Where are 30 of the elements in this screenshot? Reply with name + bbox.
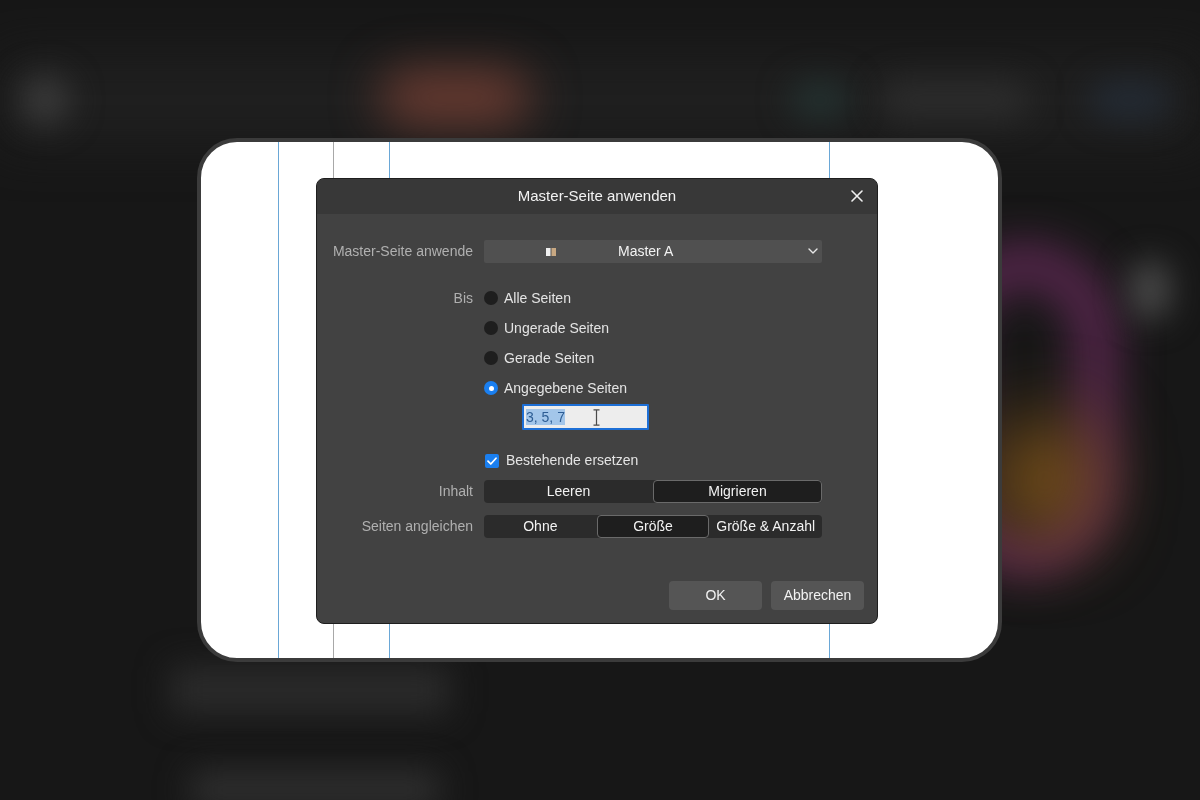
chevron-down-icon: [808, 248, 818, 254]
radio-button[interactable]: [484, 351, 498, 365]
radio-label: Gerade Seiten: [504, 348, 595, 368]
segment-tab[interactable]: Leeren: [484, 480, 653, 503]
segment-tab[interactable]: Größe: [596, 515, 710, 538]
radio-button[interactable]: [484, 321, 498, 335]
pages-input-field[interactable]: 3, 5, 7: [522, 404, 649, 430]
radio-button[interactable]: [484, 291, 498, 305]
radio-label: Alle Seiten: [504, 288, 571, 308]
text-cursor-icon: [593, 409, 600, 426]
dialog-button[interactable]: OK: [669, 581, 762, 610]
field-label: Inhalt: [437, 482, 473, 501]
master-page-dropdown[interactable]: Master A: [484, 240, 822, 263]
pages-icon: [546, 247, 556, 256]
segment-tab[interactable]: Migrieren: [653, 480, 822, 503]
radio-label: Ungerade Seiten: [504, 318, 610, 338]
segment-tab[interactable]: Ohne: [484, 515, 597, 538]
dialog-title: Master-Seite anwenden: [517, 186, 677, 207]
checkbox-label: Bestehende ersetzen: [506, 451, 639, 470]
radio-button[interactable]: [484, 381, 498, 395]
checkbox[interactable]: [485, 453, 499, 468]
segment-tab[interactable]: Größe & Anzahl: [709, 515, 822, 538]
checkmark-icon: [487, 456, 497, 465]
close-icon: [851, 190, 863, 202]
field-label: Bis: [452, 288, 473, 308]
field-label: Seiten angleichen: [360, 517, 473, 536]
close-button[interactable]: [849, 188, 865, 204]
dialog-button[interactable]: Abbrechen: [771, 581, 864, 610]
field-label: Master-Seite anwende: [331, 242, 473, 261]
radio-label: Angegebene Seiten: [504, 378, 627, 398]
